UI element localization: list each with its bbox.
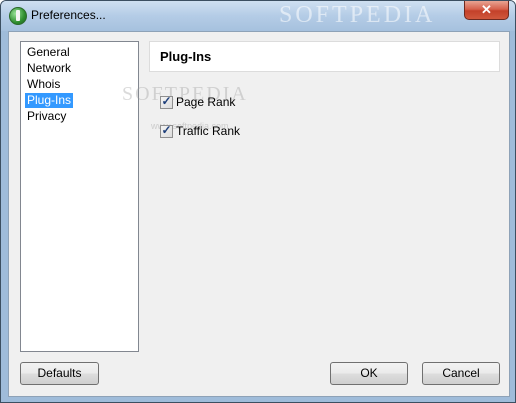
app-icon [9, 7, 27, 25]
dialog-client-area: General Network Whois Plug-Ins Privacy P… [8, 31, 510, 397]
checkmark-icon: ✓ [161, 94, 172, 108]
close-icon: ✕ [481, 2, 492, 17]
nav-item-plug-ins[interactable]: Plug-Ins [25, 93, 74, 108]
panel-title: Plug-Ins [160, 49, 212, 64]
cancel-button[interactable]: Cancel [422, 362, 500, 385]
nav-item-whois[interactable]: Whois [25, 77, 62, 92]
close-button[interactable]: ✕ [464, 1, 509, 20]
ok-button[interactable]: OK [330, 362, 408, 385]
page-rank-label[interactable]: Page Rank [176, 95, 235, 109]
page-rank-checkbox[interactable]: ✓ [160, 94, 173, 109]
watermark-title: SOFTPEDIA [279, 2, 436, 28]
traffic-rank-checkbox[interactable]: ✓ [160, 123, 173, 138]
title-bar[interactable]: Preferences... SOFTPEDIA ✕ [1, 1, 515, 31]
checkmark-icon: ✓ [161, 123, 172, 137]
preferences-window: Preferences... SOFTPEDIA ✕ General Netwo… [0, 0, 516, 403]
window-title: Preferences... [31, 8, 106, 22]
nav-item-privacy[interactable]: Privacy [25, 109, 68, 124]
defaults-button[interactable]: Defaults [20, 362, 99, 385]
panel-header: Plug-Ins [149, 41, 500, 72]
nav-item-network[interactable]: Network [25, 61, 73, 76]
nav-item-general[interactable]: General [25, 45, 72, 60]
traffic-rank-label[interactable]: Traffic Rank [176, 124, 240, 138]
